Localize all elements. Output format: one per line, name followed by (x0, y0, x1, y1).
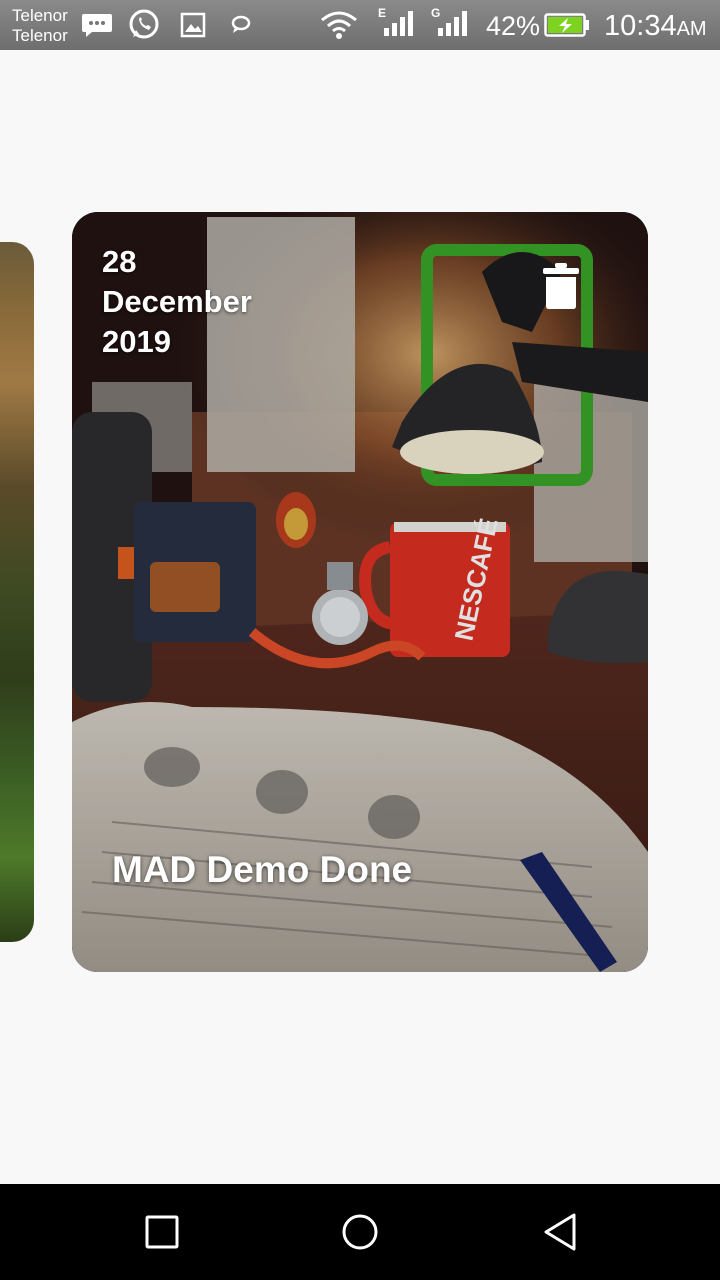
clock-time: 10:34 (604, 10, 677, 42)
previous-card[interactable] (0, 242, 34, 942)
signal-icon (438, 11, 467, 36)
chat-bubble-icon (231, 15, 251, 33)
battery-percent: 42% (486, 11, 541, 41)
date-day: 28 (102, 244, 137, 279)
wifi-icon (321, 11, 357, 39)
status-bar: Telenor Telenor E G 42% 10:34AM (0, 0, 720, 50)
message-icon (82, 14, 112, 37)
clock: 10:34AM (604, 9, 707, 46)
date-year: 2019 (102, 324, 171, 359)
card-date: 28 December 2019 (102, 242, 252, 362)
carrier-labels: Telenor Telenor (12, 6, 68, 46)
memory-card[interactable]: NESCAFÉ 28 December 2019 MAD Demo Done (72, 212, 648, 972)
gallery-icon (180, 12, 206, 38)
recent-apps-icon[interactable] (142, 1212, 182, 1252)
whatsapp-icon (129, 9, 159, 39)
home-icon[interactable] (340, 1212, 380, 1252)
card-title: MAD Demo Done (112, 849, 413, 890)
battery-charging-icon (544, 13, 589, 37)
carrier-2: Telenor (12, 26, 68, 45)
navigation-bar (0, 1184, 720, 1280)
date-month: December (102, 284, 252, 319)
trash-icon[interactable] (542, 262, 580, 310)
signal-icon (384, 11, 413, 36)
carrier-1: Telenor (12, 6, 68, 25)
back-icon[interactable] (540, 1212, 580, 1252)
clock-suffix: AM (676, 18, 707, 40)
